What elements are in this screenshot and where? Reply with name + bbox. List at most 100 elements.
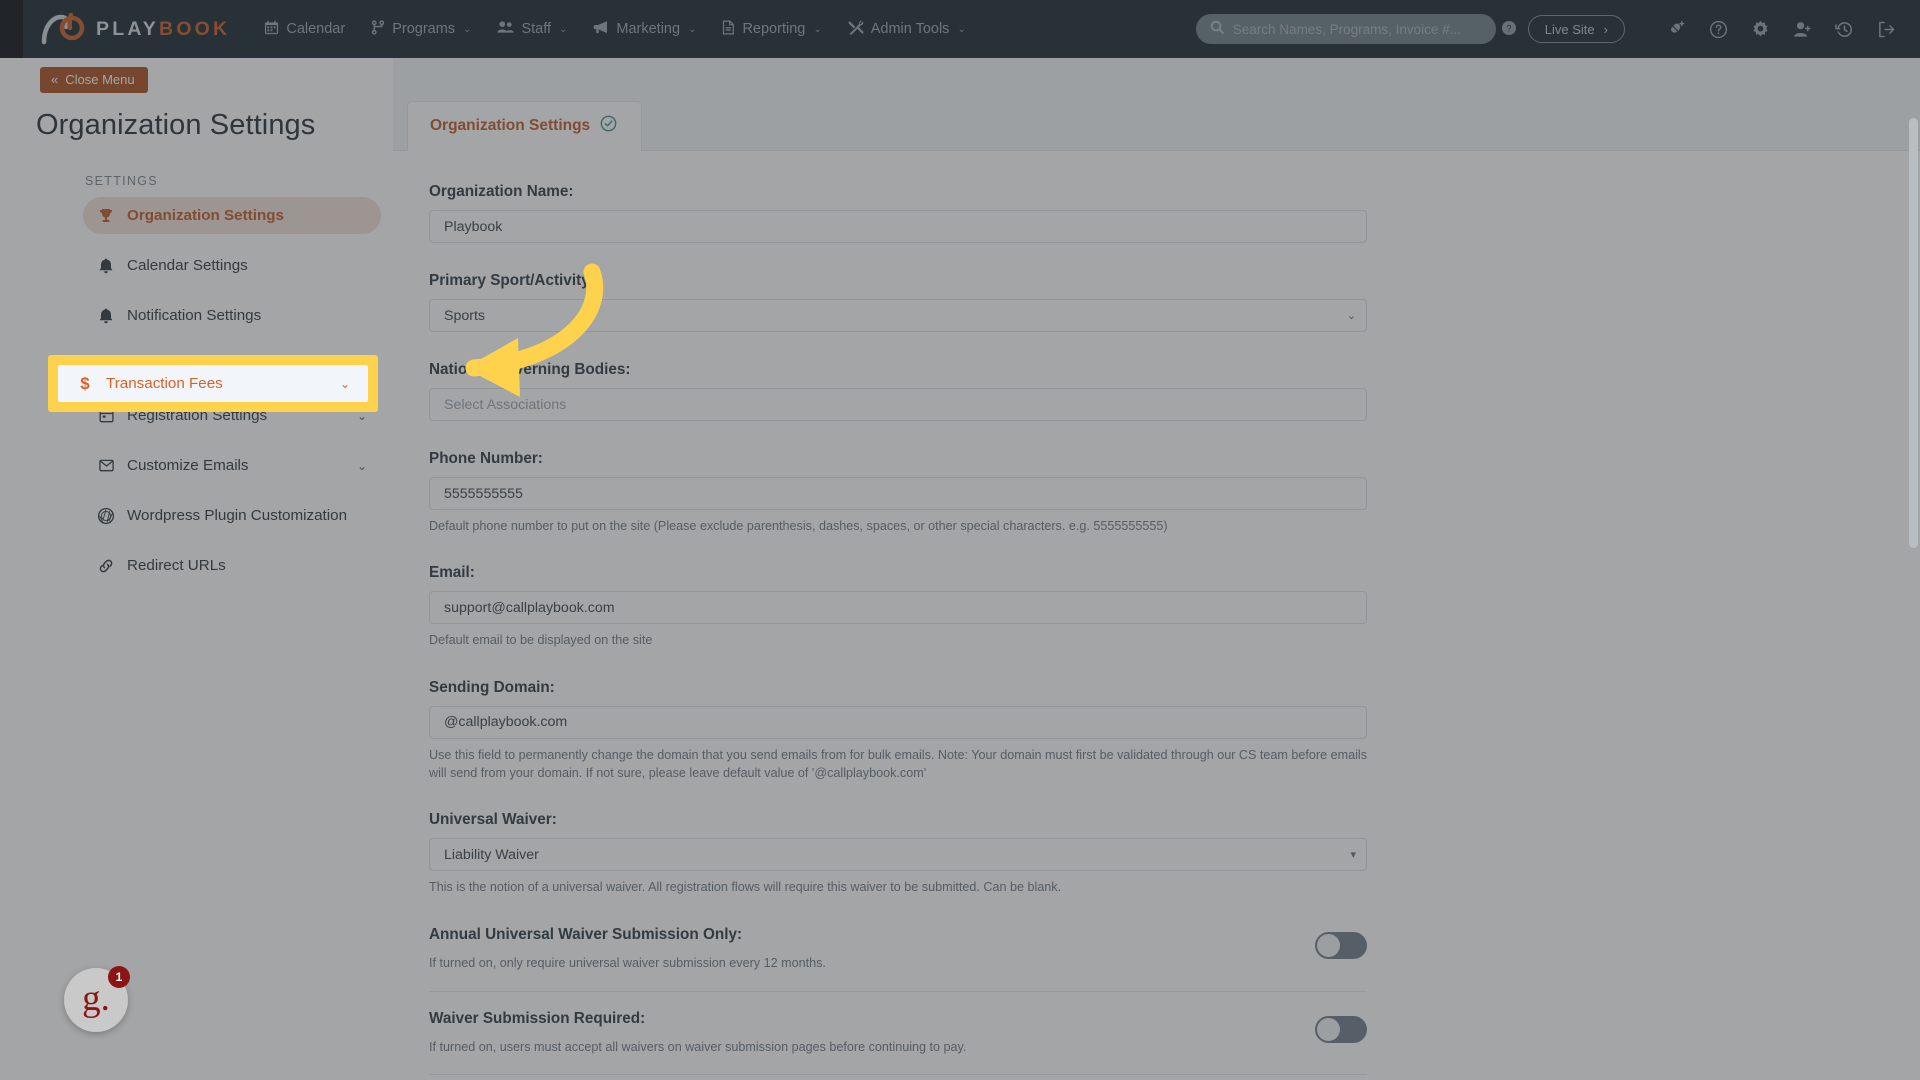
toggle-knob — [1317, 934, 1340, 958]
global-search[interactable] — [1195, 14, 1496, 44]
sidebar-item-wordpress-plugin-customization[interactable]: Wordpress Plugin Customization — [83, 497, 381, 534]
tab-label: Organization Settings — [430, 117, 591, 134]
navbar-icon-group — [1667, 20, 1896, 39]
highlight-transaction-fees[interactable]: $ Transaction Fees ⌄ — [48, 355, 378, 412]
trophy-icon — [97, 208, 115, 224]
toggle-help-text: If turned on, only require universal wai… — [429, 956, 826, 971]
field-label: Sending Domain: — [429, 678, 555, 696]
live-site-button[interactable]: Live Site › — [1527, 15, 1625, 43]
document-icon — [722, 20, 735, 39]
toggle-row-waiver-submission-required: Waiver Submission Required: If turned on… — [429, 992, 1367, 1075]
field-universal-waiver: Universal Waiver: Liability Waiver ▾ Thi… — [429, 811, 1827, 896]
sidebar-item-label: Wordpress Plugin Customization — [127, 507, 348, 524]
gear-icon[interactable] — [1751, 20, 1770, 39]
sidebar-item-label: Transaction Fees — [106, 375, 223, 392]
app-screenshot: PLAYBOOK Calendar Programs ⌄ Staff ⌄ Mar… — [0, 0, 1920, 1080]
link-icon — [97, 558, 115, 574]
pin-plus-icon[interactable] — [1667, 20, 1686, 39]
sidebar-item-label: Calendar Settings — [127, 257, 248, 274]
sidebar-item-notification-settings[interactable]: Notification Settings — [83, 297, 381, 334]
org-settings-form: Organization Name: Playbook Primary Spor… — [393, 183, 1863, 1080]
top-navbar: PLAYBOOK Calendar Programs ⌄ Staff ⌄ Mar… — [0, 0, 1920, 58]
help-circle-icon[interactable]: ? — [1501, 20, 1516, 38]
primary-sport-select[interactable]: Sports ⌄ — [429, 299, 1367, 332]
live-site-label: Live Site — [1544, 21, 1595, 37]
waiver-submission-required-toggle[interactable] — [1315, 1015, 1367, 1043]
universal-waiver-select[interactable]: Liability Waiver ▾ — [429, 838, 1367, 871]
envelope-icon — [97, 459, 115, 472]
dollar-icon: $ — [80, 373, 90, 393]
svg-text:?: ? — [1506, 23, 1511, 33]
field-email: Email: support@callplaybook.com Default … — [429, 564, 1827, 649]
field-label: Email: — [429, 564, 475, 582]
field-organization-name: Organization Name: Playbook — [429, 183, 1827, 243]
nav-item-staff[interactable]: Staff ⌄ — [497, 20, 567, 38]
field-sending-domain: Sending Domain: @callplaybook.com Use th… — [429, 679, 1827, 783]
brand[interactable]: PLAYBOOK — [40, 12, 230, 46]
sidebar-item-label: Organization Settings — [127, 207, 284, 224]
sidebar-item-calendar-settings[interactable]: Calendar Settings — [83, 247, 381, 284]
check-circle-icon — [600, 115, 617, 137]
nav-item-calendar[interactable]: Calendar — [264, 20, 345, 39]
phone-number-input[interactable]: 5555555555 — [429, 477, 1367, 510]
toggle-row-annual-universal-waiver: Annual Universal Waiver Submission Only:… — [429, 908, 1367, 992]
sidebar-item-transaction-fees[interactable]: $ Transaction Fees ⌄ — [58, 365, 368, 402]
close-menu-button[interactable]: « Close Menu — [40, 67, 148, 93]
nav-item-label: Marketing — [616, 21, 681, 37]
nav-item-label: Calendar — [286, 21, 346, 37]
sidebar-section-label: SETTINGS — [85, 174, 158, 188]
user-plus-icon[interactable] — [1793, 20, 1812, 39]
toggle-label: Annual Universal Waiver Submission Only: — [429, 926, 743, 944]
nav-item-reporting[interactable]: Reporting ⌄ — [722, 20, 822, 39]
chevron-down-icon: ⌄ — [559, 23, 568, 35]
field-national-governing-bodies: National Governing Bodies: Select Associ… — [429, 361, 1827, 421]
chevron-down-icon: ⌄ — [339, 376, 350, 391]
chevron-right-icon: › — [1603, 21, 1608, 37]
nav-item-marketing[interactable]: Marketing ⌄ — [593, 20, 696, 38]
organization-name-input[interactable]: Playbook — [429, 210, 1367, 243]
nav-item-label: Admin Tools — [870, 21, 950, 37]
chevron-down-icon: ⌄ — [1346, 310, 1356, 322]
chat-widget-button[interactable]: g. 1 — [64, 966, 130, 1032]
annual-universal-waiver-toggle[interactable] — [1315, 932, 1367, 960]
email-input[interactable]: support@callplaybook.com — [429, 591, 1367, 625]
chevron-down-icon: ⌄ — [957, 23, 966, 35]
field-help-text: This is the notion of a universal waiver… — [429, 880, 1062, 894]
sidebar-item-organization-settings[interactable]: Organization Settings — [83, 197, 381, 234]
bell-icon — [97, 308, 115, 324]
settings-card: Organization Name: Playbook Primary Spor… — [393, 151, 1920, 1080]
logout-icon[interactable] — [1877, 20, 1896, 39]
field-help-text: Use this field to permanently change the… — [429, 747, 1368, 780]
history-icon[interactable] — [1835, 20, 1854, 39]
page-scrollbar[interactable] — [1909, 118, 1918, 548]
nav-item-programs[interactable]: Programs ⌄ — [371, 19, 471, 39]
field-label: Universal Waiver: — [429, 811, 557, 828]
field-label: National Governing Bodies: — [429, 361, 631, 378]
question-circle-icon[interactable] — [1709, 20, 1728, 39]
app-page: PLAYBOOK Calendar Programs ⌄ Staff ⌄ Mar… — [0, 0, 1920, 1080]
sidebar-item-label: Customize Emails — [127, 457, 249, 474]
toggle-knob — [1317, 1017, 1340, 1041]
sidebar-item-redirect-urls[interactable]: Redirect URLs — [83, 547, 381, 584]
search-input[interactable] — [1232, 21, 1482, 37]
toggle-label: Waiver Submission Required: — [429, 1009, 646, 1027]
playbook-logo-icon — [40, 12, 86, 46]
main-content: Organization Settings Organization Name:… — [393, 58, 1920, 1080]
tab-organization-settings[interactable]: Organization Settings — [407, 101, 643, 151]
toggle-row-show-waiver-signature-area: Show Waiver Signature Area: If turned on… — [429, 1075, 1367, 1080]
chat-widget-letter: g. — [82, 977, 110, 1019]
national-governing-bodies-input[interactable]: Select Associations — [429, 388, 1367, 421]
caret-down-icon: ▾ — [1350, 849, 1356, 861]
field-primary-sport: Primary Sport/Activity: Sports ⌄ — [429, 272, 1827, 332]
nav-item-admin-tools[interactable]: Admin Tools ⌄ — [848, 19, 966, 39]
chat-unread-badge: 1 — [108, 966, 130, 988]
sending-domain-input[interactable]: @callplaybook.com — [429, 705, 1367, 739]
field-help-text: Default email to be displayed on the sit… — [429, 633, 653, 648]
sidebar-item-customize-emails[interactable]: Customize Emails ⌄ — [83, 447, 381, 484]
brand-text: PLAYBOOK — [96, 17, 231, 40]
